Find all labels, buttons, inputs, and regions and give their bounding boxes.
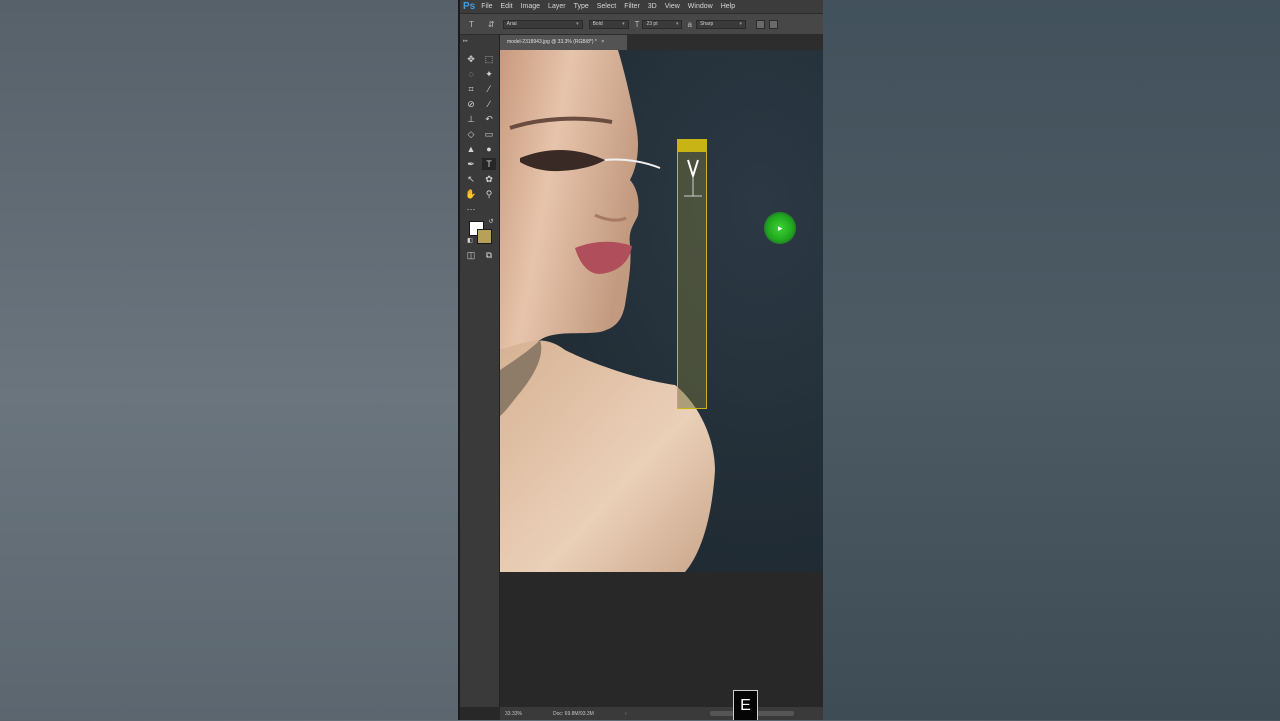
menu-layer[interactable]: Layer — [548, 3, 566, 10]
text-orientation-icon[interactable]: ⇵ — [488, 20, 495, 29]
menu-file[interactable]: File — [481, 3, 492, 10]
menu-image[interactable]: Image — [521, 3, 540, 10]
backdrop-left — [0, 0, 458, 720]
document-tab-title: model-2318943.jpg @ 33.3% (RGB/8*) * — [507, 39, 597, 45]
background-color-swatch[interactable] — [477, 229, 492, 244]
face-shape — [500, 50, 639, 350]
brush-tool-icon[interactable]: ∕ — [482, 98, 496, 110]
text-frame-selection[interactable] — [677, 139, 707, 409]
default-colors-icon[interactable]: ◧ — [463, 235, 477, 247]
menu-select[interactable]: Select — [597, 3, 616, 10]
font-size-icon: T — [634, 19, 640, 29]
tab-strip — [627, 35, 823, 50]
blur-tool-icon[interactable]: ▲ — [464, 143, 478, 155]
magic-wand-tool-icon[interactable]: ✦ — [482, 68, 496, 80]
menu-edit[interactable]: Edit — [501, 3, 513, 10]
move-tool-icon[interactable]: ✥ — [464, 53, 478, 65]
menu-view[interactable]: View — [665, 3, 680, 10]
type-cursor-icon — [684, 159, 702, 197]
model-photo — [500, 50, 715, 572]
pen-tool-icon[interactable]: ✒ — [464, 158, 478, 170]
anti-alias-value: Sharp — [699, 21, 714, 27]
clone-stamp-tool-icon[interactable]: ⊥ — [464, 113, 478, 125]
align-center-button[interactable] — [768, 19, 778, 29]
text-frame-header — [678, 140, 706, 152]
eyedropper-tool-icon[interactable]: ⁄ — [482, 83, 496, 95]
chevron-down-icon: ▾ — [739, 21, 742, 27]
mouse-pointer-icon: ▸ — [778, 223, 783, 233]
font-style-value: Bold — [592, 21, 603, 27]
backdrop-right — [823, 0, 1280, 720]
image-canvas[interactable]: ▸ — [500, 50, 823, 572]
screen-mode-icon[interactable]: ⧉ — [482, 249, 496, 261]
cursor-highlight: ▸ — [764, 212, 796, 244]
lasso-tool-icon[interactable]: ◌ — [464, 68, 478, 80]
path-selection-tool-icon[interactable]: ↖ — [464, 173, 478, 185]
hand-tool-icon[interactable]: ✋ — [464, 188, 478, 200]
panel-grip-icon[interactable]: ▸▸ — [463, 38, 468, 44]
quick-mask-icon[interactable]: ◫ — [464, 249, 478, 261]
anti-alias-select[interactable]: Sharp ▾ — [695, 19, 746, 29]
menu-help[interactable]: Help — [721, 3, 735, 10]
swap-colors-icon[interactable]: ↺ — [484, 216, 498, 228]
menu-bar: Ps File Edit Image Layer Type Select Fil… — [460, 0, 823, 13]
chevron-right-icon[interactable]: › — [625, 711, 627, 717]
type-tool-icon[interactable]: T — [482, 158, 496, 170]
zoom-level[interactable]: 33.33% — [505, 711, 553, 717]
zoom-tool-icon[interactable]: ⚲ — [482, 188, 496, 200]
custom-shape-tool-icon[interactable]: ✿ — [482, 173, 496, 185]
marquee-tool-icon[interactable]: ⬚ — [482, 53, 496, 65]
edit-toolbar-icon[interactable]: ··· — [464, 203, 478, 215]
tools-panel: ▸▸ ✥ ⬚ ◌ ✦ ⌗ ⁄ ⊘ ∕ ⊥ ↶ ◇ ▭ ▲ ● ✒ T ↖ ✿ ✋… — [460, 35, 500, 707]
photoshop-window: Ps File Edit Image Layer Type Select Fil… — [458, 0, 823, 720]
options-bar: T ⇵ Arial ▾ Bold ▾ T 23 pt ▾ a Sharp ▾ — [460, 13, 823, 35]
healing-brush-tool-icon[interactable]: ⊘ — [464, 98, 478, 110]
font-size-value: 23 pt — [646, 21, 658, 27]
dodge-tool-icon[interactable]: ● — [482, 143, 496, 155]
font-family-value: Arial — [506, 21, 517, 27]
document-size: Doc: 69.8M/93.3M — [553, 710, 594, 717]
chevron-down-icon: ▾ — [622, 21, 625, 27]
photoshop-logo: Ps — [463, 1, 476, 12]
history-brush-tool-icon[interactable]: ↶ — [482, 113, 496, 125]
anti-alias-icon: a — [687, 19, 692, 29]
font-family-select[interactable]: Arial ▾ — [502, 19, 583, 29]
type-tool-preset-icon[interactable]: T — [469, 20, 474, 29]
status-bar: 33.33% Doc: 69.8M/93.3M › — [500, 707, 823, 720]
font-style-select[interactable]: Bold ▾ — [588, 19, 629, 29]
close-icon[interactable]: × — [601, 39, 604, 45]
chevron-down-icon: ▾ — [675, 21, 679, 27]
keystroke-overlay: E — [733, 690, 758, 720]
document-tab[interactable]: model-2318943.jpg @ 33.3% (RGB/8*) * × — [500, 35, 627, 50]
eraser-tool-icon[interactable]: ◇ — [464, 128, 478, 140]
chevron-down-icon: ▾ — [576, 21, 579, 27]
font-size-select[interactable]: 23 pt ▾ — [642, 19, 683, 29]
crop-tool-icon[interactable]: ⌗ — [464, 83, 478, 95]
pasteboard — [500, 572, 823, 707]
menu-3d[interactable]: 3D — [648, 3, 657, 10]
menu-filter[interactable]: Filter — [624, 3, 640, 10]
gradient-tool-icon[interactable]: ▭ — [482, 128, 496, 140]
align-left-button[interactable] — [755, 19, 765, 29]
menu-window[interactable]: Window — [688, 3, 713, 10]
menu-type[interactable]: Type — [574, 3, 589, 10]
